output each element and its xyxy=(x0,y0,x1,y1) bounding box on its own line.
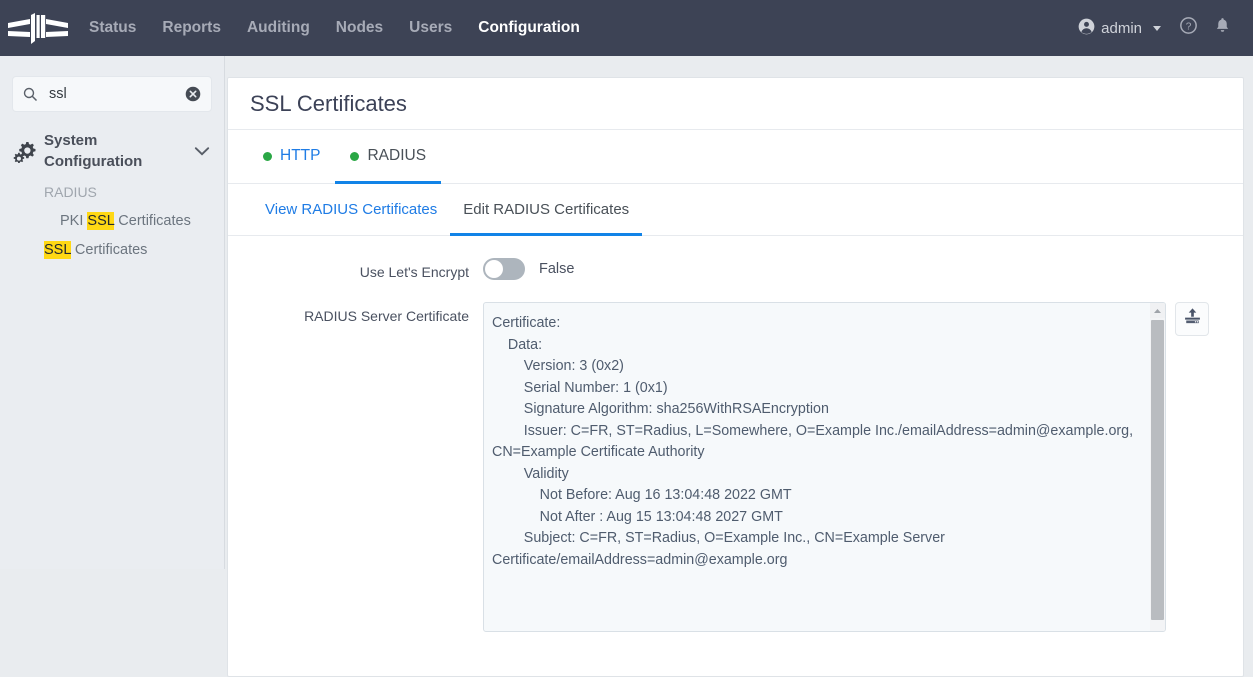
nav-link-nodes[interactable]: Nodes xyxy=(323,0,396,56)
edit-radius-certificates-form: Use Let's Encrypt False RADIUS Server Ce… xyxy=(228,236,1243,632)
status-dot-icon xyxy=(263,152,272,161)
tab-view-radius-certificates[interactable]: View RADIUS Certificates xyxy=(252,185,450,236)
bell-icon xyxy=(1215,17,1230,39)
svg-text:?: ? xyxy=(1186,21,1192,32)
main-content: SSL Certificates HTTP RADIUS View RADIUS… xyxy=(226,56,1253,569)
textarea-scrollbar[interactable] xyxy=(1150,303,1165,632)
tab-http[interactable]: HTTP xyxy=(248,131,335,184)
sidebar-item-pki-ssl-certificates[interactable]: PKI SSL Certificates xyxy=(0,200,224,229)
chevron-down-icon xyxy=(194,146,210,157)
packetfence-logo-icon xyxy=(8,11,68,45)
chevron-down-icon xyxy=(1153,26,1161,31)
nav-link-auditing[interactable]: Auditing xyxy=(234,0,323,56)
nav-link-users[interactable]: Users xyxy=(396,0,465,56)
user-circle-icon xyxy=(1078,18,1095,39)
top-navbar: Status Reports Auditing Nodes Users Conf… xyxy=(0,0,1253,56)
card-header: SSL Certificates xyxy=(228,78,1243,130)
sidebar: System Configuration RADIUS PKI SSL Cert… xyxy=(0,56,225,569)
upload-certificate-button[interactable] xyxy=(1175,302,1209,336)
nav-link-reports[interactable]: Reports xyxy=(149,0,234,56)
sidebar-item-ssl-certificates[interactable]: SSL Certificates xyxy=(0,229,224,258)
sidebar-section-radius: RADIUS xyxy=(0,172,224,200)
tab-edit-radius-certificates[interactable]: Edit RADIUS Certificates xyxy=(450,185,642,236)
notifications-button[interactable] xyxy=(1206,17,1239,39)
sidebar-search[interactable] xyxy=(12,76,212,112)
nav-link-configuration[interactable]: Configuration xyxy=(465,0,593,56)
tab-http-label: HTTP xyxy=(280,147,320,165)
lets-encrypt-label: Use Let's Encrypt xyxy=(228,258,483,281)
lets-encrypt-toggle[interactable] xyxy=(483,258,525,280)
navbar-right: admin ? xyxy=(1068,0,1253,56)
search-match-highlight: SSL xyxy=(87,212,114,230)
search-icon xyxy=(23,87,38,102)
scroll-up-arrow-icon[interactable] xyxy=(1150,303,1165,318)
server-certificate-textarea[interactable] xyxy=(484,303,1152,632)
cogs-icon xyxy=(12,140,42,163)
scrollbar-thumb[interactable] xyxy=(1151,320,1164,620)
ssl-certificates-card: SSL Certificates HTTP RADIUS View RADIUS… xyxy=(227,77,1244,677)
question-circle-icon: ? xyxy=(1180,17,1197,39)
lets-encrypt-value: False xyxy=(539,261,574,277)
primary-tabs: HTTP RADIUS xyxy=(228,130,1243,184)
search-input[interactable] xyxy=(49,86,167,102)
search-match-highlight: SSL xyxy=(44,241,71,259)
status-dot-icon xyxy=(350,152,359,161)
help-button[interactable]: ? xyxy=(1171,17,1206,39)
navbar-links: Status Reports Auditing Nodes Users Conf… xyxy=(76,0,593,56)
toggle-knob xyxy=(485,260,503,278)
server-certificate-label: RADIUS Server Certificate xyxy=(228,302,483,325)
sidebar-item-suffix: Certificates xyxy=(114,213,191,229)
page-title: SSL Certificates xyxy=(250,91,407,117)
sidebar-item-prefix: PKI xyxy=(60,213,87,229)
nav-link-status[interactable]: Status xyxy=(76,0,149,56)
user-menu[interactable]: admin xyxy=(1068,18,1171,39)
server-certificate-textarea-wrap xyxy=(483,302,1166,632)
sidebar-group-system-configuration[interactable]: System Configuration xyxy=(0,130,224,172)
tab-radius[interactable]: RADIUS xyxy=(335,131,441,184)
sidebar-group-label: System Configuration xyxy=(44,130,154,172)
clear-search-icon[interactable] xyxy=(185,86,201,102)
form-row-lets-encrypt: Use Let's Encrypt False xyxy=(228,258,1243,281)
sidebar-item-suffix: Certificates xyxy=(71,242,148,258)
user-menu-label: admin xyxy=(1101,20,1142,37)
tab-radius-label: RADIUS xyxy=(367,147,426,165)
form-row-server-certificate: RADIUS Server Certificate xyxy=(228,302,1243,632)
secondary-tabs: View RADIUS Certificates Edit RADIUS Cer… xyxy=(228,184,1243,236)
brand-logo[interactable] xyxy=(0,0,76,56)
upload-icon xyxy=(1183,307,1202,331)
